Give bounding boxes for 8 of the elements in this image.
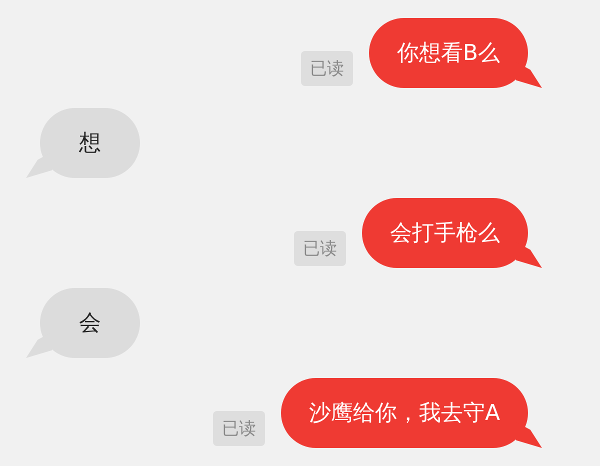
read-receipt: 已读 — [212, 411, 265, 446]
read-receipt: 已读 — [294, 231, 346, 266]
sent-message-bubble: 沙鹰给你，我去守A — [280, 378, 542, 448]
received-message-bubble: 想 — [26, 108, 140, 178]
sent-message-bubble: 会打手枪么 — [362, 198, 542, 268]
read-receipt: 已读 — [300, 51, 353, 86]
received-message-bubble: 会 — [26, 288, 140, 358]
sent-message-bubble: 你想看B么 — [368, 18, 542, 88]
